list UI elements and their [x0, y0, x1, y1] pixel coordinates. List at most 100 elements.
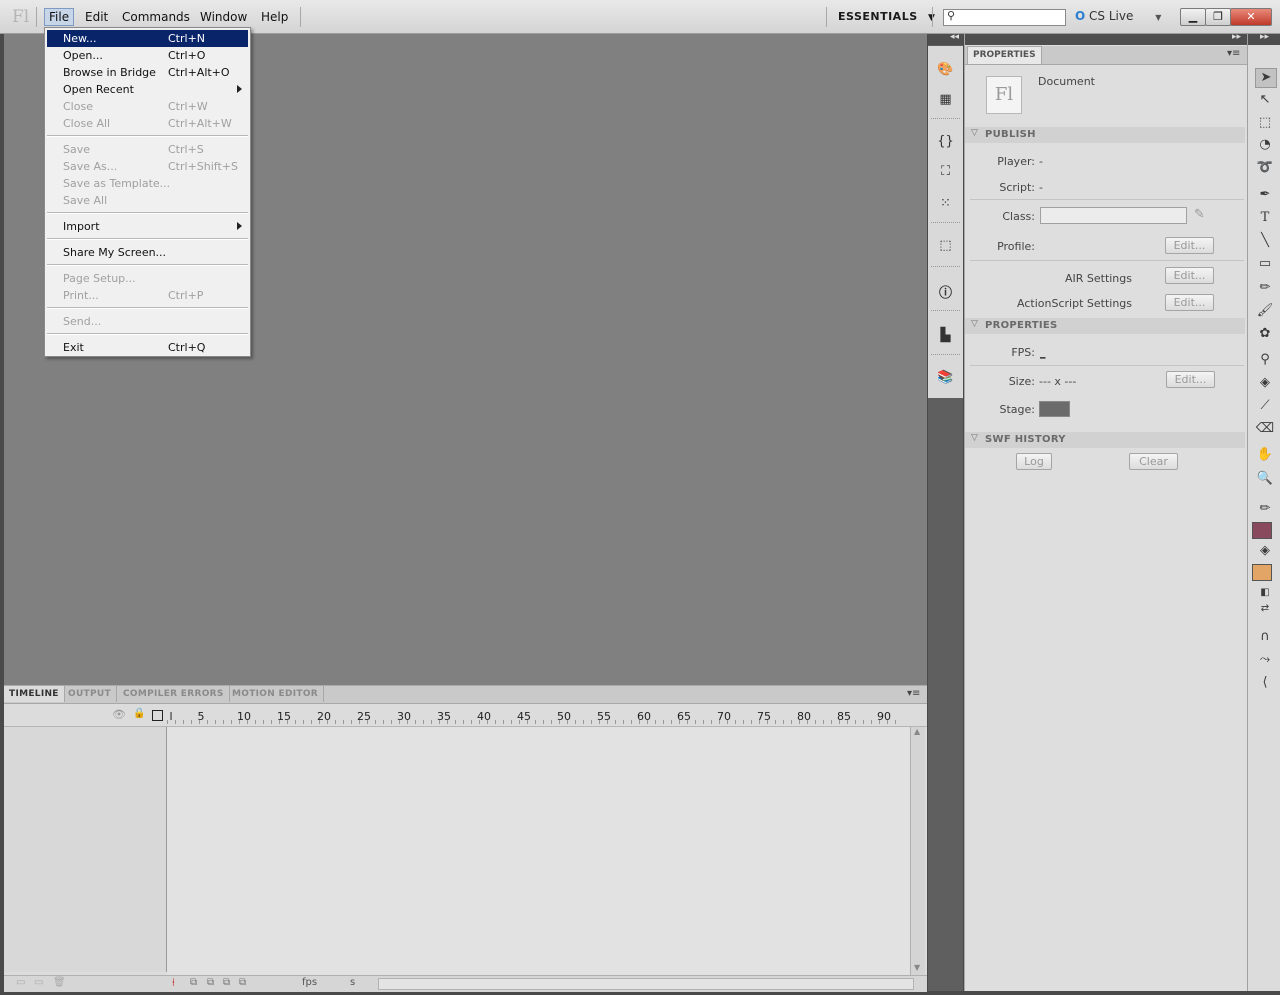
swatches-panel-icon[interactable]: ▦ — [936, 92, 955, 109]
ruler-frame-label: 5 — [197, 710, 205, 723]
align-panel-icon[interactable]: ▙ — [936, 328, 955, 345]
actionscript-settings-edit-button[interactable]: Edit... — [1165, 294, 1214, 311]
3d-rotation-tool-icon[interactable]: ◔ — [1255, 136, 1275, 154]
line-tool-icon[interactable]: ╲ — [1255, 232, 1275, 250]
fps-value[interactable]: _ — [1040, 346, 1046, 359]
publish-section-header[interactable]: ▽ PUBLISH — [965, 127, 1245, 143]
snap-to-objects-icon[interactable]: ∩ — [1255, 628, 1275, 646]
selection-tool-icon[interactable]: ➤ — [1255, 68, 1277, 88]
eye-icon[interactable]: 👁 — [112, 708, 126, 721]
straighten-icon[interactable]: ⟨ — [1255, 674, 1275, 692]
pencil-icon[interactable]: ✎ — [1194, 207, 1205, 222]
fill-color-swatch[interactable] — [1252, 564, 1272, 581]
properties-section-header[interactable]: ▽ PROPERTIES — [965, 318, 1245, 334]
paint-bucket-tool-icon[interactable]: ◈ — [1255, 374, 1275, 392]
log-button[interactable]: Log — [1016, 453, 1052, 470]
dock-collapse-bar[interactable]: ◂◂ — [928, 32, 963, 45]
new-folder-icon[interactable]: ▭ — [34, 977, 43, 988]
bone-tool-icon[interactable]: ⚲ — [1255, 351, 1275, 369]
new-layer-icon[interactable]: ▭ — [16, 977, 25, 988]
scroll-up-icon[interactable]: ▲ — [914, 727, 920, 736]
panel-menu-icon[interactable]: ▾≡ — [907, 688, 920, 699]
file-menu-open[interactable]: Open... Ctrl+O — [47, 47, 248, 64]
search-input[interactable]: ⚲ — [943, 9, 1066, 26]
eraser-tool-icon[interactable]: ⌫ — [1255, 420, 1275, 438]
tab-timeline[interactable]: TIMELINE — [4, 686, 65, 702]
pencil-tool-icon[interactable]: ✏ — [1255, 279, 1275, 297]
swf-history-section-header[interactable]: ▽ SWF HISTORY — [965, 432, 1245, 448]
brush-tool-icon[interactable]: 🖌 — [1255, 302, 1275, 320]
properties-collapse-bar[interactable]: ▸▸ — [965, 32, 1247, 45]
color-panel-icon[interactable]: 🎨 — [936, 62, 955, 79]
workspace-switcher[interactable]: ESSENTIALS ▼ — [838, 10, 935, 23]
cs-live-button[interactable]: O CS Live ▼ — [1075, 9, 1161, 23]
minimize-button[interactable]: ▁ — [1180, 8, 1206, 26]
file-menu-new[interactable]: New... Ctrl+N — [47, 30, 248, 47]
profile-edit-button[interactable]: Edit... — [1165, 237, 1214, 254]
menu-edit[interactable]: Edit — [81, 9, 112, 25]
rectangle-tool-icon[interactable]: ▭ — [1255, 255, 1275, 273]
file-menu-browse-in-bridge[interactable]: Browse in Bridge Ctrl+Alt+O — [47, 64, 248, 81]
swap-colors-icon[interactable]: ⇄ — [1255, 600, 1275, 618]
stroke-color-swatch[interactable] — [1252, 522, 1272, 539]
file-menu-exit[interactable]: Exit Ctrl+Q — [47, 339, 248, 356]
timeline-horizontal-scrollbar[interactable] — [378, 978, 914, 990]
file-menu-share-my-screen[interactable]: Share My Screen... — [47, 244, 248, 261]
file-menu-open-recent[interactable]: Open Recent — [47, 81, 248, 98]
ruler-tick — [887, 720, 888, 724]
timeline-frame-grid[interactable] — [167, 727, 910, 975]
components-panel-icon[interactable]: ⛶ — [936, 164, 955, 181]
pen-tool-icon[interactable]: ✒ — [1255, 186, 1275, 204]
free-transform-tool-icon[interactable]: ⬚ — [1255, 114, 1275, 132]
ruler-tick — [655, 720, 656, 724]
motion-presets-icon[interactable]: ⁙ — [936, 196, 955, 213]
menu-file[interactable]: File — [44, 8, 75, 26]
smooth-icon[interactable]: ⤳ — [1255, 651, 1275, 669]
air-settings-edit-button[interactable]: Edit... — [1165, 267, 1214, 284]
menu-commands[interactable]: Commands — [118, 9, 194, 25]
edit-multiple-frames-icon[interactable]: ⧉ — [239, 977, 246, 988]
size-edit-button[interactable]: Edit... — [1166, 371, 1215, 388]
menu-window[interactable]: Window — [196, 9, 251, 25]
expand-arrows-icon[interactable]: ▸▸ — [1260, 32, 1269, 42]
menu-help[interactable]: Help — [257, 9, 292, 25]
stage-color-swatch[interactable] — [1039, 401, 1070, 417]
onion-outline-icon[interactable]: ⧉ — [223, 977, 230, 988]
center-frame-icon[interactable]: ⧉ — [190, 977, 197, 988]
tab-motion-editor[interactable]: MOTION EDITOR — [227, 686, 324, 702]
tab-output[interactable]: OUTPUT — [63, 686, 117, 702]
tab-compiler-errors[interactable]: COMPILER ERRORS — [118, 686, 230, 702]
timeline-vertical-scrollbar[interactable]: ▲ ▼ — [910, 727, 925, 975]
tools-collapse-bar[interactable]: ▸▸ — [1248, 32, 1280, 45]
tab-properties[interactable]: PROPERTIES — [967, 46, 1042, 64]
close-window-button[interactable]: ✕ — [1230, 8, 1272, 26]
playhead-icon[interactable]: ⍿ — [172, 976, 175, 990]
text-tool-icon[interactable]: T — [1255, 209, 1275, 227]
file-menu-import[interactable]: Import — [47, 218, 248, 235]
expand-arrows-icon[interactable]: ▸▸ — [1232, 32, 1241, 42]
ruler-tick — [735, 720, 736, 724]
restore-button[interactable]: ❐ — [1205, 8, 1231, 26]
lock-icon[interactable]: 🔒 — [133, 708, 145, 719]
onion-skin-icon[interactable]: ⧉ — [207, 977, 214, 988]
panel-menu-icon[interactable]: ▾≡ — [1227, 48, 1240, 59]
hand-tool-icon[interactable]: ✋ — [1255, 446, 1275, 464]
info-panel-icon[interactable]: ⓘ — [936, 282, 955, 301]
collapse-arrows-icon[interactable]: ◂◂ — [950, 32, 959, 42]
ruler-tick — [871, 720, 872, 724]
ruler-tick — [719, 720, 720, 724]
scroll-down-icon[interactable]: ▼ — [914, 963, 920, 972]
eyedropper-tool-icon[interactable]: ⟋ — [1255, 397, 1275, 415]
timeline-layer-list[interactable] — [4, 727, 167, 972]
zoom-tool-icon[interactable]: 🔍 — [1255, 470, 1275, 488]
transform-panel-icon[interactable]: ⬚ — [936, 238, 955, 255]
class-input[interactable] — [1040, 207, 1187, 224]
library-panel-icon[interactable]: 📚 — [936, 370, 955, 387]
lasso-tool-icon[interactable]: ➰ — [1255, 159, 1275, 177]
code-snippets-icon[interactable]: {} — [936, 134, 955, 151]
delete-layer-icon[interactable]: 🗑 — [53, 977, 66, 988]
subselection-tool-icon[interactable]: ↖ — [1255, 91, 1275, 109]
deco-tool-icon[interactable]: ✿ — [1255, 325, 1275, 343]
ruler-tick — [279, 720, 280, 724]
clear-button[interactable]: Clear — [1129, 453, 1178, 470]
